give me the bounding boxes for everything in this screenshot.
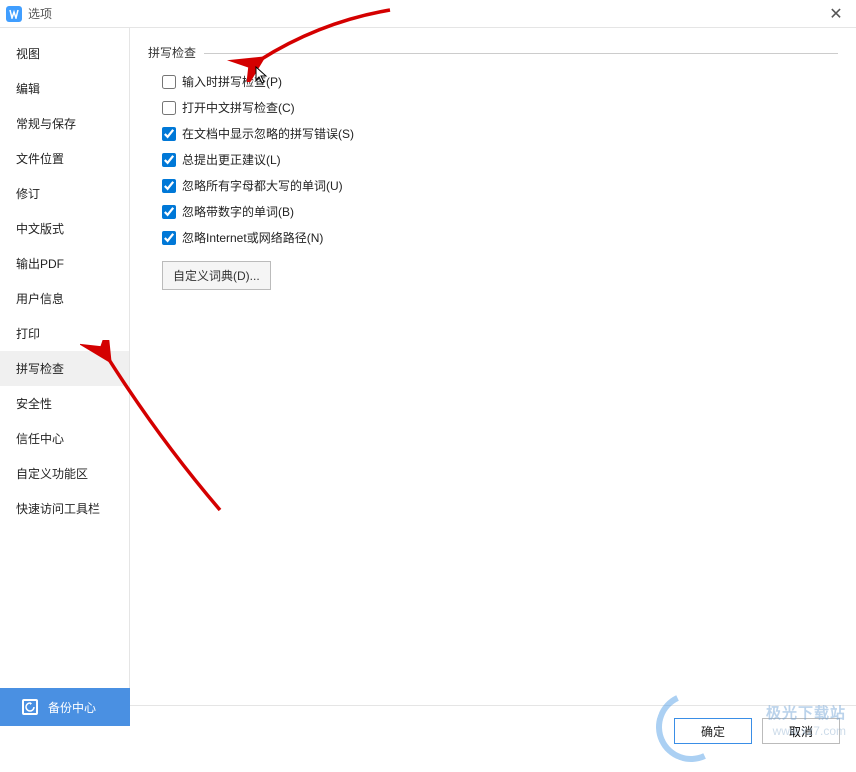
options-group: 输入时拼写检查(P) 打开中文拼写检查(C) 在文档中显示忽略的拼写错误(S) 总提出… — [148, 73, 838, 246]
option-5[interactable]: 忽略带数字的单词(B) — [162, 203, 838, 220]
option-checkbox-5[interactable] — [162, 205, 176, 219]
app-icon — [6, 6, 22, 22]
option-3[interactable]: 总提出更正建议(L) — [162, 151, 838, 168]
sidebar-item-2[interactable]: 常规与保存 — [0, 106, 129, 141]
sidebar-item-8[interactable]: 打印 — [0, 316, 129, 351]
section-title: 拼写检查 — [148, 44, 204, 61]
option-1[interactable]: 打开中文拼写检查(C) — [162, 99, 838, 116]
window-title: 选项 — [28, 5, 52, 22]
sidebar-item-5[interactable]: 中文版式 — [0, 211, 129, 246]
titlebar: 选项 ✕ — [0, 0, 856, 28]
cancel-button[interactable]: 取消 — [762, 718, 840, 744]
sidebar-item-0[interactable]: 视图 — [0, 36, 129, 71]
option-checkbox-0[interactable] — [162, 75, 176, 89]
sidebar-item-1[interactable]: 编辑 — [0, 71, 129, 106]
backup-center-button[interactable]: 备份中心 — [0, 688, 130, 726]
sidebar-item-11[interactable]: 信任中心 — [0, 421, 129, 456]
option-label-2: 在文档中显示忽略的拼写错误(S) — [182, 125, 354, 142]
sidebar-item-4[interactable]: 修订 — [0, 176, 129, 211]
option-4[interactable]: 忽略所有字母都大写的单词(U) — [162, 177, 838, 194]
option-checkbox-6[interactable] — [162, 231, 176, 245]
sidebar-item-7[interactable]: 用户信息 — [0, 281, 129, 316]
option-checkbox-4[interactable] — [162, 179, 176, 193]
option-checkbox-2[interactable] — [162, 127, 176, 141]
ok-button[interactable]: 确定 — [674, 718, 752, 744]
dialog-actions: 确定 取消 — [674, 718, 840, 744]
option-checkbox-3[interactable] — [162, 153, 176, 167]
option-0[interactable]: 输入时拼写检查(P) — [162, 73, 838, 90]
sidebar-item-12[interactable]: 自定义功能区 — [0, 456, 129, 491]
footer: 备份中心 确定 取消 — [0, 688, 856, 754]
option-label-0: 输入时拼写检查(P) — [182, 73, 282, 90]
option-label-5: 忽略带数字的单词(B) — [182, 203, 294, 220]
option-2[interactable]: 在文档中显示忽略的拼写错误(S) — [162, 125, 838, 142]
sidebar-item-9[interactable]: 拼写检查 — [0, 351, 129, 386]
option-label-6: 忽略Internet或网络路径(N) — [182, 229, 323, 246]
backup-icon — [22, 699, 38, 715]
section-divider — [204, 53, 838, 54]
custom-dictionary-button[interactable]: 自定义词典(D)... — [162, 261, 271, 290]
sidebar-item-3[interactable]: 文件位置 — [0, 141, 129, 176]
backup-center-label: 备份中心 — [48, 699, 96, 716]
main-panel: 拼写检查 输入时拼写检查(P) 打开中文拼写检查(C) 在文档中显示忽略的拼写错误(… — [130, 28, 856, 688]
sidebar-item-13[interactable]: 快速访问工具栏 — [0, 491, 129, 526]
sidebar: 视图编辑常规与保存文件位置修订中文版式输出PDF用户信息打印拼写检查安全性信任中… — [0, 28, 130, 688]
option-label-1: 打开中文拼写检查(C) — [182, 99, 295, 116]
sidebar-item-6[interactable]: 输出PDF — [0, 246, 129, 281]
sidebar-item-10[interactable]: 安全性 — [0, 386, 129, 421]
close-icon[interactable]: ✕ — [822, 4, 850, 24]
option-checkbox-1[interactable] — [162, 101, 176, 115]
option-label-4: 忽略所有字母都大写的单词(U) — [182, 177, 343, 194]
option-6[interactable]: 忽略Internet或网络路径(N) — [162, 229, 838, 246]
option-label-3: 总提出更正建议(L) — [182, 151, 281, 168]
